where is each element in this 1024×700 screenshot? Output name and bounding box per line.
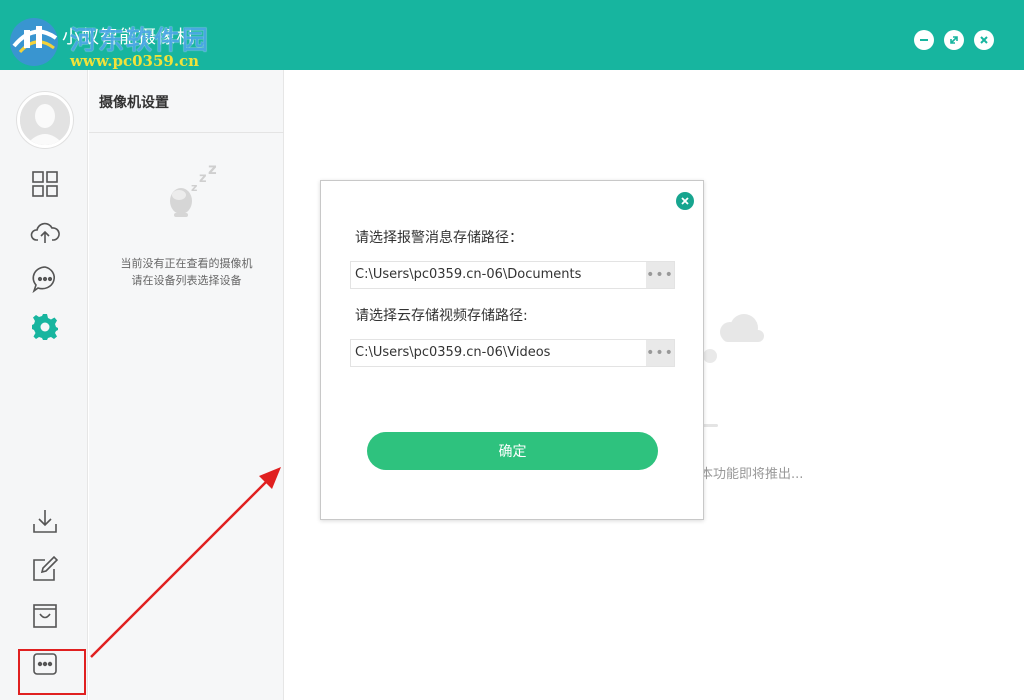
minimize-icon <box>920 39 928 41</box>
close-button[interactable] <box>974 30 994 50</box>
edit-icon <box>33 555 59 581</box>
minimize-button[interactable] <box>914 30 934 50</box>
watermark-logo-icon <box>10 18 58 66</box>
sidebar-item-download[interactable] <box>29 505 61 537</box>
dialog-close-button[interactable] <box>676 192 694 210</box>
watermark: 河东软件园 www.pc0359.cn <box>4 6 214 70</box>
cloud-upload-icon <box>30 222 60 243</box>
alarm-path-value: C:\Users\pc0359.cn-06\Documents <box>355 267 582 282</box>
download-icon <box>33 510 57 533</box>
divider <box>89 132 284 133</box>
sidebar <box>0 70 88 700</box>
alarm-path-label: 请选择报警消息存储路径： <box>355 230 523 246</box>
empty-state-line1: 当前没有正在查看的摄像机 <box>120 257 253 270</box>
cloud-path-value: C:\Users\pc0359.cn-06\Videos <box>355 345 551 360</box>
cloud-path-browse-button[interactable]: ••• <box>646 340 674 366</box>
watermark-url: www.pc0359.cn <box>70 52 200 70</box>
sidebar-item-messages[interactable] <box>29 263 61 295</box>
panel-title: 摄像机设置 <box>99 95 169 111</box>
empty-state-line2: 请在设备列表选择设备 <box>131 274 242 287</box>
sidebar-item-cloud[interactable] <box>29 216 61 248</box>
user-avatar-icon <box>20 95 70 145</box>
settings-icon <box>32 314 58 340</box>
confirm-button[interactable]: 确定 <box>367 432 658 470</box>
svg-text:z: z <box>208 165 217 178</box>
sidebar-item-devices[interactable] <box>29 168 61 200</box>
shop-icon <box>33 604 57 628</box>
grid-icon <box>32 171 58 197</box>
app-window: 小蚁智能摄像机 河东软件园 www.pc0359.cn 摄像机设置 z z z … <box>0 0 1024 700</box>
sidebar-item-settings[interactable] <box>29 311 61 343</box>
alarm-path-browse-button[interactable]: ••• <box>646 262 674 288</box>
storage-path-dialog: 请选择报警消息存储路径： C:\Users\pc0359.cn-06\Docum… <box>320 180 704 520</box>
sidebar-item-feedback[interactable] <box>29 553 61 585</box>
close-icon <box>980 36 988 44</box>
svg-text:z: z <box>191 181 197 194</box>
annotation-highlight-box <box>18 649 86 695</box>
restore-button[interactable] <box>944 30 964 50</box>
svg-text:z: z <box>199 171 207 186</box>
close-icon <box>681 197 689 205</box>
cloud-path-field[interactable]: C:\Users\pc0359.cn-06\Videos ••• <box>350 339 675 367</box>
alarm-path-field[interactable]: C:\Users\pc0359.cn-06\Documents ••• <box>350 261 675 289</box>
camera-settings-panel: 摄像机设置 z z z 当前没有正在查看的摄像机 请在设备列表选择设备 <box>89 70 284 700</box>
restore-icon <box>950 36 958 44</box>
empty-state-text: 当前没有正在查看的摄像机 请在设备列表选择设备 <box>89 255 284 289</box>
title-bar: 小蚁智能摄像机 河东软件园 www.pc0359.cn <box>0 0 1024 70</box>
avatar[interactable] <box>17 92 73 148</box>
cloud-path-label: 请选择云存储视频存储路径: <box>355 308 528 324</box>
sleeping-camera-icon: z z z <box>170 165 217 217</box>
coming-soon-text: 本功能即将推出... <box>700 467 804 482</box>
message-icon <box>32 266 55 294</box>
sidebar-item-shop[interactable] <box>29 600 61 632</box>
